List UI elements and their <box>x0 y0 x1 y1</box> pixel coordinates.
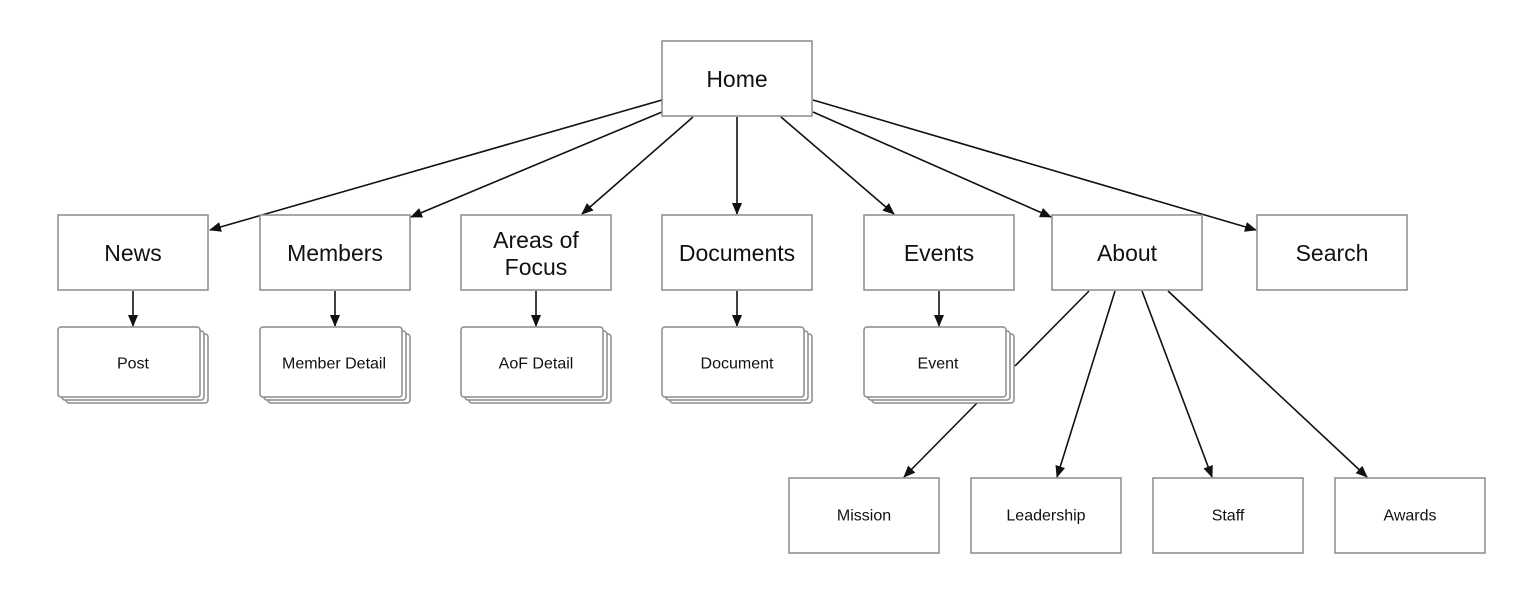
node-members: Members <box>259 214 411 291</box>
edge-about-staff <box>1141 290 1213 478</box>
node-event-label: Event <box>918 356 959 373</box>
node-search-label: Search <box>1296 240 1369 266</box>
node-staff: Staff <box>1152 477 1304 554</box>
edge-home-members <box>410 111 663 218</box>
edge-about-mission <box>903 402 978 478</box>
node-leadership-label: Leadership <box>1006 508 1085 525</box>
node-home-label: Home <box>706 66 767 92</box>
site-map-diagram: Home News Members Areas of Focus Documen… <box>57 40 1486 554</box>
edge-about-mission-upper <box>1014 290 1090 367</box>
edge-home-news <box>209 99 663 232</box>
node-documents-label: Documents <box>679 240 795 266</box>
edge-home-events <box>780 116 895 215</box>
node-events-label: Events <box>904 240 974 266</box>
node-news-label: News <box>104 240 162 266</box>
node-areas-label-line2: Focus <box>505 254 568 280</box>
node-post-label: Post <box>117 356 150 373</box>
edge-home-about <box>812 111 1052 218</box>
node-documents: Documents <box>661 214 813 291</box>
node-areas-of-focus: Areas of Focus <box>460 214 612 291</box>
node-home: Home <box>661 40 813 117</box>
node-member-detail: Member Detail <box>259 326 411 404</box>
node-news: News <box>57 214 209 291</box>
edge-about-awards <box>1167 290 1368 478</box>
node-search: Search <box>1256 214 1408 291</box>
node-staff-label: Staff <box>1212 508 1245 525</box>
node-member-detail-label: Member Detail <box>282 356 386 373</box>
node-aof-detail: AoF Detail <box>460 326 612 404</box>
node-mission-label: Mission <box>837 508 891 525</box>
node-awards-label: Awards <box>1383 508 1436 525</box>
node-about: About <box>1051 214 1203 291</box>
node-members-label: Members <box>287 240 383 266</box>
node-document-label: Document <box>701 356 774 373</box>
node-mission: Mission <box>788 477 940 554</box>
node-events: Events <box>863 214 1015 291</box>
node-aof-detail-label: AoF Detail <box>499 356 574 373</box>
node-about-label: About <box>1097 240 1158 266</box>
node-leadership: Leadership <box>970 477 1122 554</box>
node-areas-label-line1: Areas of <box>493 227 579 253</box>
node-awards: Awards <box>1334 477 1486 554</box>
node-event: Event <box>863 326 1015 404</box>
edge-home-areas <box>581 116 694 215</box>
edge-about-leadership <box>1055 290 1116 478</box>
node-document: Document <box>661 326 813 404</box>
node-post: Post <box>57 326 209 404</box>
